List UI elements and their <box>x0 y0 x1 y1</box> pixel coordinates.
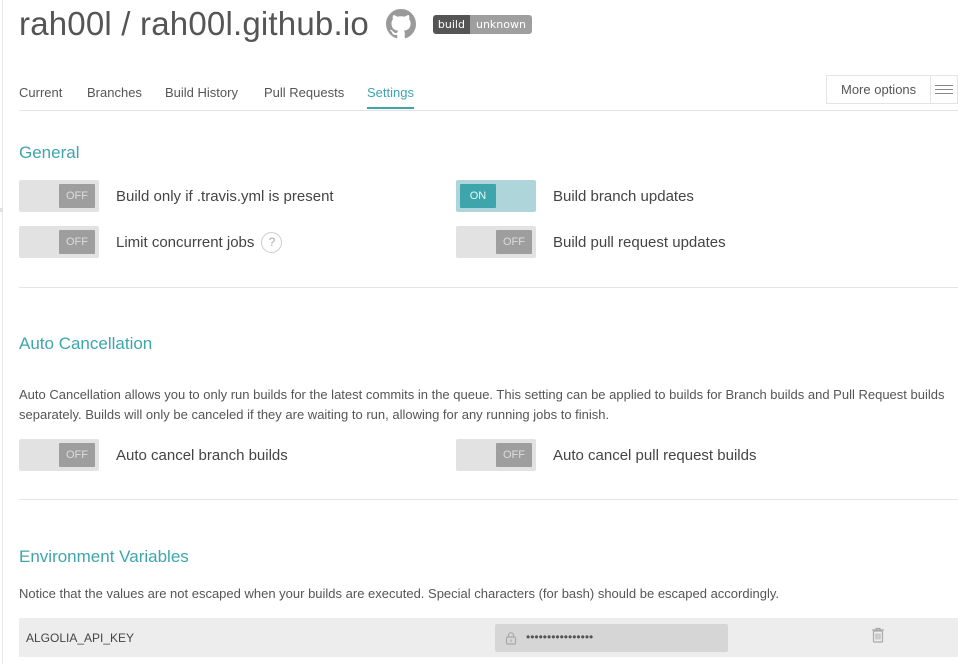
environment-variables-notice: Notice that the values are not escaped w… <box>19 586 779 601</box>
build-branch-updates-toggle[interactable]: ON <box>456 180 536 212</box>
setting-label: Build pull request updates <box>553 233 726 251</box>
limit-concurrent-jobs-toggle[interactable]: OFF <box>19 226 99 258</box>
environment-variables-section-title: Environment Variables <box>19 547 189 566</box>
setting-label: Build branch updates <box>553 187 694 205</box>
setting-auto-cancel-pull-request-builds: OFF Auto cancel pull request builds <box>456 439 756 471</box>
auto-cancel-branch-builds-toggle[interactable]: OFF <box>19 439 99 471</box>
menu-icon[interactable] <box>930 76 957 103</box>
auto-cancel-pull-request-builds-toggle[interactable]: OFF <box>456 439 536 471</box>
toggle-state: ON <box>460 184 496 208</box>
general-section-title: General <box>19 143 80 162</box>
build-pull-request-updates-toggle[interactable]: OFF <box>456 226 536 258</box>
env-var-value-masked: •••••••••••••••• <box>526 630 594 644</box>
github-icon[interactable] <box>385 9 416 39</box>
badge-status: unknown <box>469 14 532 34</box>
left-border-marker <box>0 208 3 212</box>
toggle-state: OFF <box>496 230 532 254</box>
badge-label: build <box>432 14 470 34</box>
setting-label: Build only if .travis.yml is present <box>116 187 334 205</box>
section-divider <box>19 287 958 288</box>
toggle-state: OFF <box>59 230 95 254</box>
setting-build-branch-updates: ON Build branch updates <box>456 180 694 212</box>
env-var-name: ALGOLIA_API_KEY <box>26 631 135 645</box>
repo-title[interactable]: rah00l / rah00l.github.io <box>19 5 369 43</box>
setting-auto-cancel-branch-builds: OFF Auto cancel branch builds <box>19 439 288 471</box>
setting-limit-concurrent-jobs: OFF Limit concurrent jobs ? <box>19 226 283 258</box>
build-only-if-travis-yml-toggle[interactable]: OFF <box>19 180 99 212</box>
tab-current[interactable]: Current <box>19 85 62 107</box>
trash-icon[interactable] <box>871 627 885 643</box>
left-border <box>2 0 3 664</box>
setting-build-only-if-travis-yml: OFF Build only if .travis.yml is present <box>19 180 334 212</box>
tab-branches[interactable]: Branches <box>87 85 142 107</box>
setting-label: Auto cancel pull request builds <box>553 446 757 464</box>
tab-pull-requests[interactable]: Pull Requests <box>264 85 344 107</box>
more-options-button[interactable]: More options <box>826 75 958 104</box>
page-header: rah00l / rah00l.github.io build unknown <box>19 2 532 46</box>
lock-icon <box>505 632 517 645</box>
help-icon[interactable]: ? <box>261 231 283 253</box>
more-options-label: More options <box>841 82 917 97</box>
tab-build-history[interactable]: Build History <box>165 85 238 107</box>
env-var-value-field: •••••••••••••••• <box>495 624 728 652</box>
build-status-badge[interactable]: build unknown <box>432 14 532 34</box>
section-divider <box>19 499 958 500</box>
repo-tabs: Current Branches Build History Pull Requ… <box>19 75 958 111</box>
setting-label: Limit concurrent jobs <box>116 233 255 251</box>
toggle-state: OFF <box>496 443 532 467</box>
toggle-state: OFF <box>59 443 95 467</box>
setting-label: Auto cancel branch builds <box>116 446 288 464</box>
tab-settings[interactable]: Settings <box>367 85 414 109</box>
env-var-row: ALGOLIA_API_KEY •••••••••••••••• <box>19 618 958 657</box>
auto-cancellation-section-title: Auto Cancellation <box>19 334 153 353</box>
setting-build-pull-request-updates: OFF Build pull request updates <box>456 226 726 258</box>
toggle-state: OFF <box>59 184 95 208</box>
auto-cancellation-description: Auto Cancellation allows you to only run… <box>19 387 945 422</box>
